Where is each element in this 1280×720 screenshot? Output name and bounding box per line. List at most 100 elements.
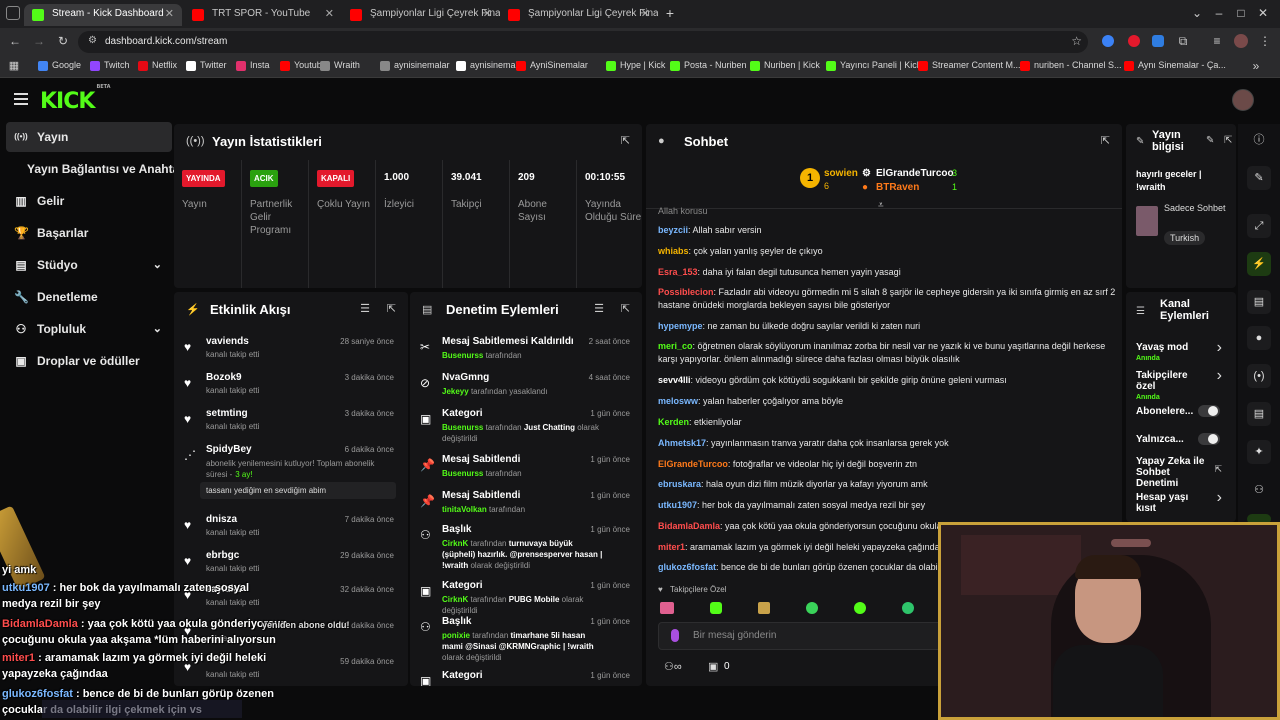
chat-username[interactable]: miter1: [658, 542, 685, 552]
activity-username[interactable]: SpidyBey: [206, 444, 252, 455]
edit-icon[interactable]: ✎: [1247, 166, 1271, 190]
extension-icon[interactable]: [1152, 35, 1164, 47]
bookmark-item[interactable]: Google: [38, 60, 81, 71]
moderator-name[interactable]: tinitaVolkan: [442, 505, 487, 514]
channel-action-item[interactable]: Yavaş mod Anında: [1136, 342, 1206, 364]
hamburger-menu-icon[interactable]: [14, 93, 28, 105]
list-icon[interactable]: ▤: [1247, 402, 1271, 426]
chat-username[interactable]: hypemype: [658, 321, 703, 331]
sidebar-item[interactable]: ▤ Stüdyo ⌄: [6, 250, 172, 280]
tab-sampiyonlar-1[interactable]: Şampiyonlar Ligi Çeyrek Final | ✕: [342, 4, 500, 26]
chevron-right-icon[interactable]: ›: [1217, 489, 1222, 507]
activity-username[interactable]: dnisza: [206, 514, 237, 525]
bookmark-item[interactable]: Yayıncı Paneli | Kick: [826, 60, 921, 71]
close-tab-icon[interactable]: ✕: [483, 4, 492, 24]
lightning-icon[interactable]: ⚡: [1247, 252, 1271, 276]
extension-icon[interactable]: [1102, 35, 1114, 47]
tab-sampiyonlar-2[interactable]: Şampiyonlar Ligi Çeyrek Final | ✕: [500, 4, 658, 26]
clipboard-icon[interactable]: ▤: [1247, 290, 1271, 314]
chevron-right-icon[interactable]: ›: [1217, 367, 1222, 385]
bookmark-label[interactable]: Posta - Nuriben: [684, 60, 747, 70]
sidebar-item[interactable]: 🔧 Denetleme: [6, 282, 172, 312]
external-link-icon[interactable]: ⇱: [1214, 464, 1222, 475]
channel-action-item[interactable]: Hesap yaşı kısıt: [1136, 492, 1206, 514]
toggle-switch[interactable]: [1198, 433, 1220, 445]
bookmark-label[interactable]: aynisinemalar: [394, 60, 450, 70]
filter-icon[interactable]: ☰: [594, 302, 604, 315]
chat-username[interactable]: meri_co: [658, 341, 693, 351]
bookmark-label[interactable]: Aynı Sinemalar - Ça...: [1138, 60, 1226, 70]
tab-search-icon[interactable]: [6, 6, 20, 20]
extensions-puzzle-icon[interactable]: ⧉: [1176, 34, 1190, 49]
popout-icon[interactable]: ⇱: [1101, 134, 1110, 147]
chat-username[interactable]: whiabs: [658, 246, 689, 256]
site-info-icon[interactable]: ⚙: [88, 35, 97, 46]
channel-action-item[interactable]: Abonelere...: [1136, 406, 1206, 417]
chat-username[interactable]: ElGrandeTurcoo: [658, 459, 728, 469]
moderator-name[interactable]: ponixie: [442, 631, 470, 640]
close-tab-icon[interactable]: ✕: [325, 4, 334, 24]
user-avatar[interactable]: [1232, 89, 1254, 111]
chevron-right-icon[interactable]: ›: [1217, 339, 1222, 357]
activity-username[interactable]: vaviends: [206, 336, 249, 347]
wrench-icon[interactable]: ✦: [1247, 440, 1271, 464]
bookmark-item[interactable]: Nuriben | Kick: [750, 60, 820, 71]
collapse-leaderboard-icon[interactable]: ⩡: [878, 200, 884, 211]
back-icon[interactable]: ←: [8, 34, 22, 48]
leaderboard-name[interactable]: sowien: [824, 168, 858, 179]
bookmark-label[interactable]: Netflix: [152, 60, 177, 70]
bookmark-label[interactable]: Google: [52, 60, 81, 70]
category-name[interactable]: Sadece Sohbet: [1164, 202, 1230, 214]
chat-username[interactable]: Possiblecion: [658, 287, 714, 297]
popout-icon[interactable]: ⇱: [1224, 135, 1232, 146]
community-icon[interactable]: ⚇: [1247, 478, 1271, 502]
chat-username[interactable]: BidamlaDamla: [658, 521, 720, 531]
maximize-icon[interactable]: □: [1234, 6, 1248, 20]
sidebar-item[interactable]: 🏆 Başarılar: [6, 218, 172, 248]
moderator-name[interactable]: CirknK: [442, 595, 468, 604]
bookmark-label[interactable]: Twitter: [200, 60, 227, 70]
edit-icon[interactable]: ✎: [1206, 135, 1214, 146]
emote-icon[interactable]: [854, 602, 866, 614]
browser-menu-icon[interactable]: ⋮: [1258, 34, 1272, 48]
bookmark-item[interactable]: nuriben - Channel S...: [1020, 60, 1122, 71]
sidebar-item[interactable]: ▣ Droplar ve ödüller: [6, 346, 172, 376]
bookmark-label[interactable]: Streamer Content M...: [932, 60, 1021, 70]
omnibox[interactable]: ⚙ dashboard.kick.com/stream ☆: [78, 31, 1088, 53]
leaderboard-name[interactable]: ● BTRaven: [862, 182, 919, 193]
moderator-name[interactable]: Busenurss: [442, 351, 483, 360]
bookmark-label[interactable]: Wraith: [334, 60, 360, 70]
chat-username[interactable]: melosww: [658, 396, 698, 406]
emote-icon[interactable]: [660, 602, 674, 614]
tab-trt-spor[interactable]: TRT SPOR - YouTube ✕: [184, 4, 342, 26]
chat-username[interactable]: beyzcii: [658, 225, 688, 235]
chat-username[interactable]: sevv4lli: [658, 375, 691, 385]
activity-username[interactable]: Bozok9: [206, 372, 242, 383]
filter-icon[interactable]: ☰: [360, 302, 370, 315]
community-icon[interactable]: ⚇∞: [664, 660, 682, 673]
bookmark-label[interactable]: Nuriben | Kick: [764, 60, 820, 70]
chat-username[interactable]: Ahmetsk17: [658, 438, 706, 448]
moderator-name[interactable]: CirknK: [442, 539, 468, 548]
bookmark-item[interactable]: Hype | Kick: [606, 60, 665, 71]
emote-icon[interactable]: [902, 602, 914, 614]
minimize-icon[interactable]: –: [1212, 6, 1226, 20]
kick-logo[interactable]: KICKBETA: [40, 84, 111, 114]
toggle-switch[interactable]: [1198, 405, 1220, 417]
bookmark-item[interactable]: Twitch: [90, 60, 130, 71]
moderator-name[interactable]: Busenurss: [442, 469, 483, 478]
media-control-icon[interactable]: ≡: [1210, 34, 1224, 48]
pinned-messages-icon[interactable]: ▣: [708, 660, 718, 673]
chat-username[interactable]: glukoz6fosfat: [658, 562, 716, 572]
broadcast-icon[interactable]: (•): [1247, 364, 1271, 388]
chat-username[interactable]: Kerden: [658, 417, 689, 427]
popout-icon[interactable]: ⇱: [621, 302, 630, 315]
bookmark-label[interactable]: Yayıncı Paneli | Kick: [840, 60, 921, 70]
close-tab-icon[interactable]: ✕: [165, 4, 174, 24]
channel-action-item[interactable]: Yalnızca...: [1136, 434, 1206, 445]
tab-kick-dashboard[interactable]: Stream - Kick Dashboard ✕: [24, 4, 182, 26]
popout-icon[interactable]: ⇱: [387, 302, 396, 315]
moderator-name[interactable]: Jekeyy: [442, 387, 469, 396]
forward-icon[interactable]: →: [32, 34, 46, 48]
sidebar-item[interactable]: Yayın Bağlantısı ve Anahtarı: [6, 154, 187, 184]
